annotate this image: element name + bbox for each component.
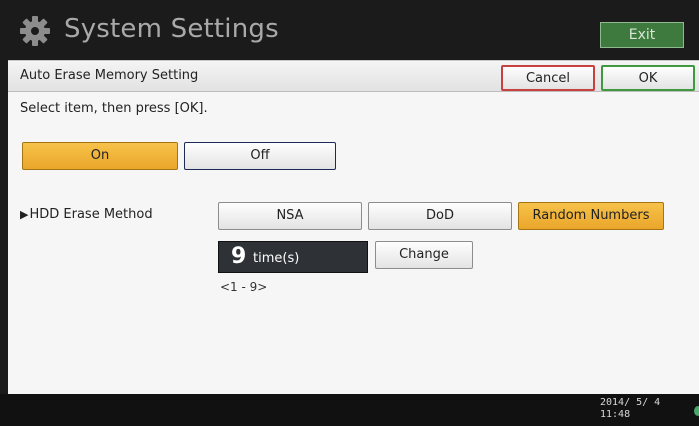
date-text: 2014/ 5/ 4 xyxy=(600,397,661,408)
auto-erase-on-button[interactable]: On xyxy=(22,142,178,170)
hdd-erase-method-text: HDD Erase Method xyxy=(29,207,153,222)
cancel-button[interactable]: Cancel xyxy=(501,65,595,91)
method-dod-button[interactable]: DoD xyxy=(368,202,512,230)
gear-icon xyxy=(20,16,50,46)
datetime-display: 2014/ 5/ 4 11:48 xyxy=(600,397,660,421)
window-title: System Settings xyxy=(64,14,279,44)
erase-count-value: 9 xyxy=(231,244,247,269)
exit-button[interactable]: Exit xyxy=(600,22,684,48)
erase-count-unit: time(s) xyxy=(253,251,300,266)
hdd-erase-method-label: ▶HDD Erase Method xyxy=(20,207,153,222)
method-nsa-button[interactable]: NSA xyxy=(218,202,362,230)
method-random-numbers-button[interactable]: Random Numbers xyxy=(518,202,664,230)
title-bar: System Settings Exit xyxy=(0,0,699,60)
triangle-right-icon: ▶ xyxy=(20,208,29,221)
time-text: 11:48 xyxy=(600,409,631,420)
status-indicator-icon xyxy=(694,406,699,416)
status-bar: 2014/ 5/ 4 11:48 xyxy=(0,394,699,426)
setting-header: Auto Erase Memory Setting Cancel OK xyxy=(8,60,699,92)
settings-panel: Auto Erase Memory Setting Cancel OK Sele… xyxy=(8,60,699,394)
erase-count-range: <1 - 9> xyxy=(220,280,268,294)
auto-erase-off-button[interactable]: Off xyxy=(184,142,336,170)
erase-count-display: 9 time(s) xyxy=(218,241,368,273)
change-button[interactable]: Change xyxy=(375,241,473,269)
ok-button[interactable]: OK xyxy=(601,65,695,91)
instruction-text: Select item, then press [OK]. xyxy=(20,101,208,116)
setting-title: Auto Erase Memory Setting xyxy=(20,68,199,83)
